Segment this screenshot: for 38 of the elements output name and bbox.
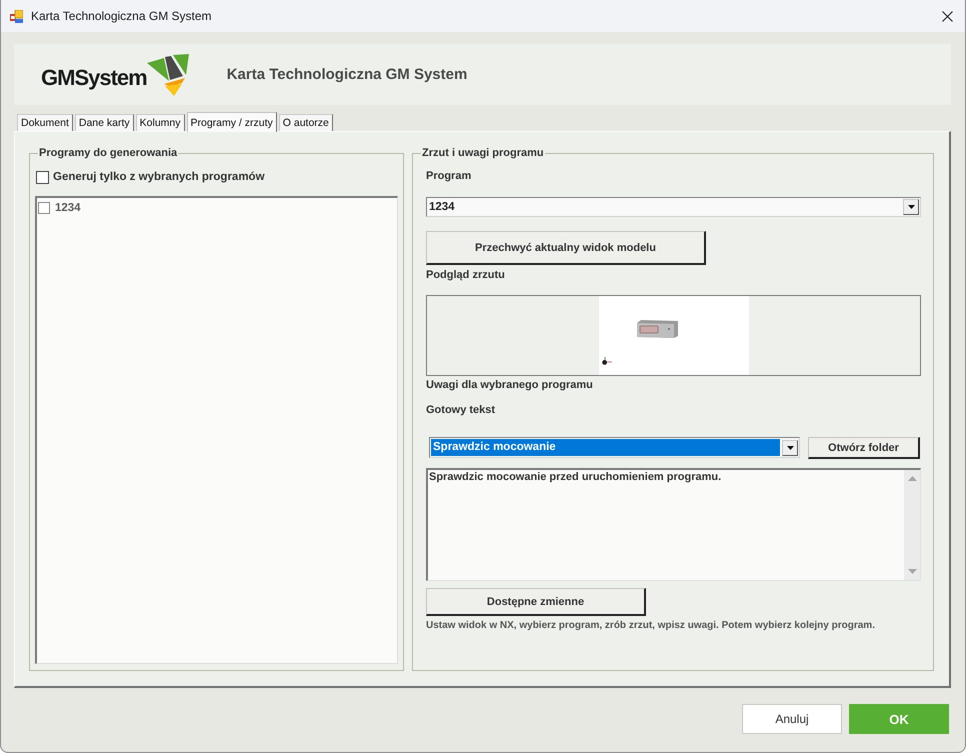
field-label: Uwagi dla wybranego programu — [426, 378, 594, 392]
dropdown-value: 1234 — [429, 201, 456, 213]
program-dropdown[interactable]: 1234 — [426, 197, 921, 217]
capture-button[interactable]: Przechwyć aktualny widok modelu — [426, 231, 706, 265]
variables-button[interactable]: Dostępne zmienne — [426, 588, 646, 616]
cancel-button[interactable]: Anuluj — [742, 704, 842, 734]
checkbox[interactable] — [36, 170, 49, 184]
checkbox-label: Generuj tylko z wybranych programów — [53, 171, 265, 183]
tab[interactable]: Dane karty — [74, 114, 134, 131]
window-title: Karta Technologiczna GM System — [31, 9, 212, 23]
part-model-drawing — [636, 320, 678, 338]
caret-down-icon — [908, 205, 914, 209]
close-icon — [942, 10, 952, 22]
dropdown-value: Sprawdzic mocowanie — [431, 439, 780, 456]
program-list[interactable]: 1234 — [35, 196, 398, 664]
hint-text: Ustaw widok w NX, wybierz program, zrób zrzut, wpisz uwagi. Potem wybierz kolejny program. — [426, 619, 876, 633]
field-label: Podgląd zrzutu — [426, 268, 506, 282]
logo-text: GMSystem — [41, 64, 147, 90]
dropdown-button[interactable] — [903, 199, 919, 215]
tab[interactable]: Dokument — [17, 114, 73, 131]
tab[interactable]: Kolumny — [136, 114, 184, 131]
app-title: Karta Technologiczna GM System — [226, 66, 468, 83]
list-item-label[interactable]: 1234 — [55, 202, 81, 214]
caret-down-icon — [786, 446, 794, 450]
checkbox[interactable] — [38, 202, 50, 214]
logo-icon — [146, 54, 189, 96]
tab[interactable]: Programy / zrzuty — [186, 112, 277, 132]
tab[interactable]: O autorze — [278, 114, 333, 131]
preset-dropdown[interactable]: Sprawdzic mocowanie — [429, 437, 800, 458]
group-title: Programy do generowania — [38, 146, 178, 160]
group-title: Zrzut i uwagi programu — [421, 146, 545, 160]
dropdown-button[interactable] — [782, 440, 798, 456]
field-label: Program — [426, 169, 472, 183]
app-icon — [10, 10, 23, 22]
notes-field[interactable]: Sprawdzic mocowanie przed uruchomieniem programu. — [426, 468, 921, 581]
open-folder-button[interactable]: Otwórz folder — [808, 437, 920, 459]
axis-triad-icon — [602, 357, 612, 365]
field-label: Gotowy tekst — [426, 403, 496, 417]
